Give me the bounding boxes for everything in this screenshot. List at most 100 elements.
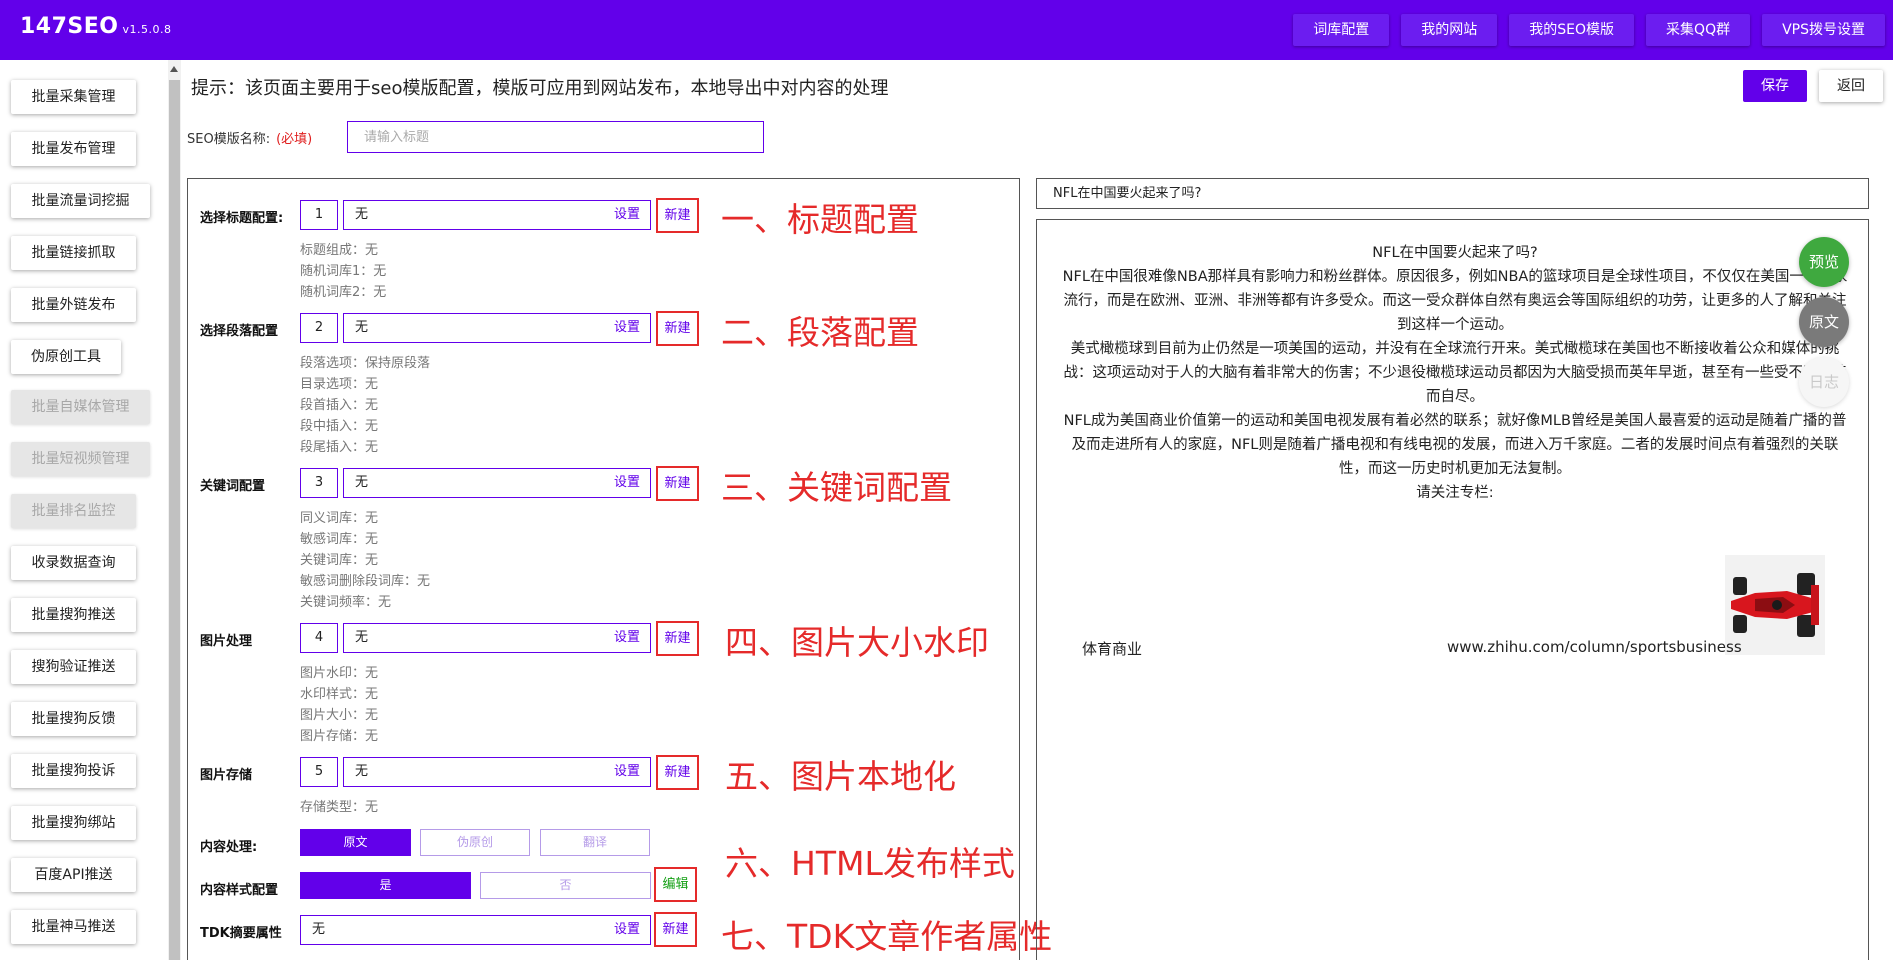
content-process-original[interactable]: 原文 (300, 829, 411, 856)
detail-line: 标题组成：无 (300, 243, 379, 258)
sidebar-item-sogou-verify-push[interactable]: 搜狗验证推送 (11, 650, 136, 684)
image-process-number[interactable]: 4 (300, 623, 338, 653)
preview-paragraph: 美式橄榄球到目前为止仍然是一项美国的运动，并没有在全球流行开来。美式橄榄球在美国… (1063, 341, 1847, 405)
app-title: 147SEO (20, 14, 119, 39)
paragraph-config-new-button[interactable]: 新建 (656, 311, 699, 346)
image-storage-label: 图片存储 (200, 768, 253, 783)
detail-line: 敏感词库：无 (300, 532, 379, 547)
content-process-pseudo[interactable]: 伪原创 (420, 829, 530, 856)
paragraph-config-details: 段落选项：保持原段落 目录选项：无 段首插入：无 段中插入：无 段尾插入：无 (300, 353, 430, 458)
nav-my-seo-templates[interactable]: 我的SEO模版 (1509, 14, 1635, 46)
template-name-input[interactable] (347, 121, 764, 153)
detail-line: 图片大小：无 (300, 708, 379, 723)
title-config-value: 无 (355, 207, 369, 222)
keyword-config-set-link[interactable]: 设置 (614, 469, 640, 497)
detail-line: 图片存储：无 (300, 729, 379, 744)
sidebar-item-link-crawl[interactable]: 批量链接抓取 (11, 236, 136, 270)
scroll-up-arrow-icon[interactable] (170, 66, 178, 72)
tdk-new-button[interactable]: 新建 (654, 912, 697, 947)
required-marker: (必填) (276, 132, 313, 147)
tdk-value: 无 (312, 922, 326, 937)
sidebar-item-sogou-bind[interactable]: 批量搜狗绑站 (11, 806, 136, 840)
nav-word-library[interactable]: 词库配置 (1293, 14, 1390, 46)
keyword-config-number[interactable]: 3 (300, 468, 338, 498)
image-process-new-button[interactable]: 新建 (656, 621, 699, 656)
image-storage-details: 存储类型：无 (300, 797, 378, 818)
image-process-value: 无 (355, 630, 369, 645)
sidebar-item-pseudo-original[interactable]: 伪原创工具 (11, 340, 121, 374)
app-brand: 147SEO v1.5.0.8 (20, 14, 172, 39)
content-style-no[interactable]: 否 (480, 872, 651, 899)
sidebar-item-sogou-push[interactable]: 批量搜狗推送 (11, 598, 136, 632)
original-button[interactable]: 原文 (1799, 297, 1849, 347)
title-config-set-link[interactable]: 设置 (614, 201, 640, 229)
paragraph-config-set-link[interactable]: 设置 (614, 314, 640, 342)
preview-paragraph: NFL在中国很难像NBA那样具有影响力和粉丝群体。原因很多，例如NBA的篮球项目… (1062, 269, 1848, 333)
sidebar-item-baidu-api[interactable]: 百度API推送 (11, 858, 136, 892)
sidebar: 批量采集管理 批量发布管理 批量流量词挖掘 批量链接抓取 批量外链发布 伪原创工… (0, 60, 168, 960)
tdk-set-link[interactable]: 设置 (614, 916, 640, 944)
image-storage-new-button[interactable]: 新建 (656, 755, 699, 790)
sidebar-scrollbar[interactable] (168, 60, 181, 960)
back-button[interactable]: 返回 (1819, 70, 1883, 102)
detail-line: 段首插入：无 (300, 398, 379, 413)
app-version: v1.5.0.8 (122, 23, 172, 36)
sidebar-item-traffic-words[interactable]: 批量流量词挖掘 (11, 184, 150, 218)
log-button[interactable]: 日志 (1799, 357, 1849, 407)
preview-button[interactable]: 预览 (1799, 237, 1849, 287)
keyword-config-new-button[interactable]: 新建 (656, 466, 699, 501)
sidebar-item-batch-collect[interactable]: 批量采集管理 (11, 80, 136, 114)
sidebar-item-shenma-push[interactable]: 批量神马推送 (11, 910, 136, 944)
keyword-config-details: 同义词库：无 敏感词库：无 关键词库：无 敏感词删除段词库：无 关键词频率：无 (300, 508, 430, 613)
annotation-keyword-config: 三、关键词配置 (721, 468, 952, 507)
sidebar-item-sogou-complaint[interactable]: 批量搜狗投诉 (11, 754, 136, 788)
detail-line: 目录选项：无 (300, 377, 379, 392)
detail-line: 段落选项：保持原段落 (300, 356, 431, 371)
scroll-thumb[interactable] (169, 80, 180, 960)
preview-body: NFL在中国要火起来了吗? NFL在中国很难像NBA那样具有影响力和粉丝群体。原… (1036, 219, 1869, 960)
title-config-select[interactable]: 无 设置 (343, 200, 651, 230)
sidebar-item-index-query[interactable]: 收录数据查询 (11, 546, 136, 580)
sidebar-item-external-links[interactable]: 批量外链发布 (11, 288, 136, 322)
image-storage-select[interactable]: 无 设置 (343, 757, 651, 787)
annotation-image-watermark: 四、图片大小水印 (725, 623, 989, 662)
preview-column-url[interactable]: www.zhihu.com/column/sportsbusiness (1447, 638, 1742, 656)
tdk-select[interactable]: 无 设置 (300, 915, 651, 945)
save-button[interactable]: 保存 (1743, 70, 1807, 102)
image-process-set-link[interactable]: 设置 (614, 624, 640, 652)
paragraph-config-value: 无 (355, 320, 369, 335)
content-process-label: 内容处理: (200, 840, 258, 855)
detail-line: 关键词库：无 (300, 553, 379, 568)
preview-column-name: 体育商业 (1082, 640, 1143, 658)
content-process-translate[interactable]: 翻译 (540, 829, 650, 856)
top-bar: 147SEO v1.5.0.8 词库配置 我的网站 我的SEO模版 采集QQ群 V… (0, 0, 1893, 60)
content-style-yes[interactable]: 是 (300, 872, 471, 899)
paragraph-config-select[interactable]: 无 设置 (343, 313, 651, 343)
preview-paragraph: 请关注专栏: (1416, 485, 1494, 501)
content-style-edit-button[interactable]: 编辑 (654, 867, 697, 902)
page-tip: 提示：该页面主要用于seo模版配置，模版可应用到网站发布，本地导出中对内容的处理 (191, 78, 889, 99)
preview-paragraph: NFL成为美国商业价值第一的运动和美国电视发展有着必然的联系；就好像MLB曾经是… (1063, 413, 1847, 477)
sidebar-item-short-video: 批量短视频管理 (11, 442, 150, 476)
tdk-label: TDK摘要属性 (200, 926, 282, 941)
keyword-config-select[interactable]: 无 设置 (343, 468, 651, 498)
nav-vps-dial-settings[interactable]: VPS拨号设置 (1762, 14, 1885, 46)
keyword-config-label: 关键词配置 (200, 479, 266, 494)
detail-line: 关键词频率：无 (300, 595, 392, 610)
nav-my-sites[interactable]: 我的网站 (1401, 14, 1498, 46)
keyword-config-value: 无 (355, 475, 369, 490)
sidebar-item-sogou-feedback[interactable]: 批量搜狗反馈 (11, 702, 136, 736)
image-storage-set-link[interactable]: 设置 (614, 758, 640, 786)
image-storage-number[interactable]: 5 (300, 757, 338, 787)
preview-heading: NFL在中国要火起来了吗? (1372, 245, 1538, 261)
title-config-number[interactable]: 1 (300, 200, 338, 230)
annotation-title-config: 一、标题配置 (721, 200, 919, 239)
template-name-label: SEO模版名称: (必填) (187, 128, 312, 147)
title-config-details: 标题组成：无 随机词库1：无 随机词库2：无 (300, 240, 386, 303)
title-config-new-button[interactable]: 新建 (656, 198, 699, 233)
nav-qq-groups[interactable]: 采集QQ群 (1646, 14, 1751, 46)
sidebar-item-batch-publish[interactable]: 批量发布管理 (11, 132, 136, 166)
detail-line: 段尾插入：无 (300, 440, 379, 455)
paragraph-config-number[interactable]: 2 (300, 313, 338, 343)
image-process-select[interactable]: 无 设置 (343, 623, 651, 653)
